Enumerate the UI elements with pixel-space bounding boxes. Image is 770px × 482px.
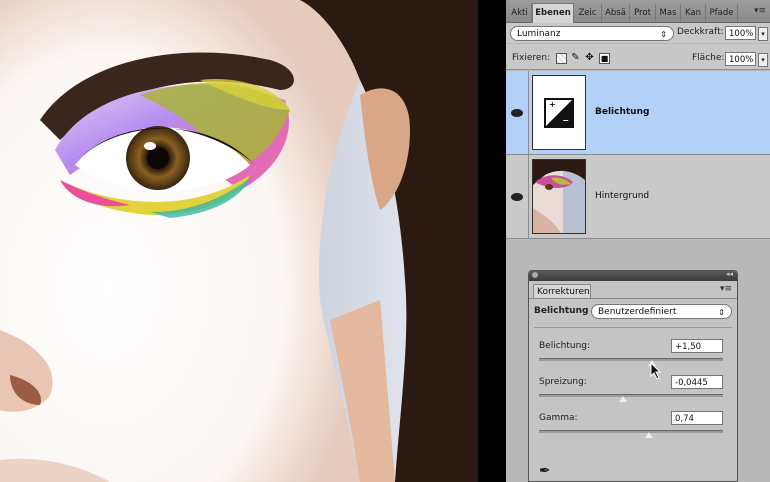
gamma-label: Gamma: bbox=[539, 413, 578, 423]
preset-select[interactable]: Benutzerdefiniert ⇕ bbox=[591, 304, 732, 319]
exposure-adjustment-icon: + − bbox=[544, 97, 574, 128]
face-photo bbox=[0, 0, 478, 482]
lock-transparency-icon[interactable] bbox=[556, 53, 567, 64]
exposure-label: Belichtung: bbox=[539, 341, 591, 351]
offset-slider-thumb[interactable] bbox=[619, 396, 627, 402]
offset-label: Spreizung: bbox=[539, 377, 587, 387]
opacity-dropdown-icon[interactable]: ▾ bbox=[758, 27, 768, 41]
adjustments-title-bar[interactable]: ◂◂ bbox=[529, 270, 737, 281]
close-icon[interactable] bbox=[532, 272, 538, 278]
offset-slider[interactable] bbox=[539, 394, 723, 397]
lock-row: Fixieren: ✎ ✥ ■ Fläche: 100% ▾ bbox=[506, 44, 770, 70]
lock-paint-brush-icon[interactable]: ✎ bbox=[570, 53, 581, 64]
visibility-toggle[interactable] bbox=[506, 71, 529, 154]
fill-input[interactable]: 100% bbox=[725, 52, 756, 66]
preset-value: Benutzerdefiniert bbox=[598, 307, 677, 317]
tab-history[interactable]: Prot bbox=[630, 4, 656, 22]
gamma-input[interactable]: 0,74 bbox=[671, 411, 723, 425]
collapse-icon[interactable]: ◂◂ bbox=[726, 270, 733, 278]
lock-label: Fixieren: bbox=[512, 53, 551, 63]
tab-characters[interactable]: Zeic bbox=[574, 4, 602, 22]
gamma-slider-thumb[interactable] bbox=[645, 432, 653, 438]
tab-corrections[interactable]: Korrekturen bbox=[533, 284, 591, 299]
offset-input[interactable]: -0,0445 bbox=[671, 375, 723, 389]
eye-icon bbox=[511, 192, 523, 201]
panel-menu-icon[interactable]: ▾≡ bbox=[754, 6, 766, 16]
panel-menu-icon[interactable]: ▾≡ bbox=[720, 284, 732, 294]
tab-masks[interactable]: Mas bbox=[656, 4, 681, 22]
canvas-gap bbox=[478, 0, 506, 482]
lock-all-icon[interactable]: ■ bbox=[599, 53, 610, 64]
mouse-cursor-icon bbox=[650, 362, 662, 380]
layer-thumbnail: + − bbox=[532, 75, 586, 150]
layer-row-hintergrund[interactable]: Hintergrund bbox=[506, 155, 770, 239]
visibility-toggle[interactable] bbox=[506, 155, 529, 238]
layer-thumbnail bbox=[532, 159, 586, 234]
blend-row: Luminanz ⇕ Deckkraft: 100% ▾ bbox=[506, 23, 770, 43]
adjustment-type-label: Belichtung bbox=[534, 306, 589, 316]
eye-icon bbox=[511, 108, 523, 117]
face-thumbnail-image bbox=[533, 160, 585, 233]
tab-divider bbox=[529, 298, 737, 299]
panel-tab-bar: Akti Ebenen Zeic Absä Prot Mas Kan Pfade… bbox=[506, 0, 770, 23]
layer-row-belichtung[interactable]: + − Belichtung bbox=[506, 71, 770, 155]
section-divider bbox=[534, 327, 732, 328]
select-arrows-icon: ⇕ bbox=[718, 308, 725, 317]
opacity-input[interactable]: 100% bbox=[725, 26, 756, 40]
exposure-slider[interactable] bbox=[539, 358, 723, 361]
gamma-slider[interactable] bbox=[539, 430, 723, 433]
select-arrows-icon: ⇕ bbox=[660, 30, 667, 39]
layer-name: Hintergrund bbox=[595, 191, 650, 201]
blend-mode-value: Luminanz bbox=[517, 29, 561, 39]
exposure-input[interactable]: +1,50 bbox=[671, 339, 723, 353]
adjustments-panel: ◂◂ Korrekturen ▾≡ Belichtung Benutzerdef… bbox=[528, 270, 738, 482]
tab-paragraph[interactable]: Absä bbox=[602, 4, 630, 22]
eyedropper-icon[interactable]: ✒ bbox=[539, 464, 551, 478]
tab-actions[interactable]: Akti bbox=[508, 4, 532, 22]
tab-layers[interactable]: Ebenen bbox=[532, 3, 574, 23]
opacity-label: Deckkraft: bbox=[677, 27, 724, 37]
lock-move-icon[interactable]: ✥ bbox=[584, 53, 595, 64]
tab-channels[interactable]: Kan bbox=[681, 4, 706, 22]
layer-name: Belichtung bbox=[595, 107, 650, 117]
blend-mode-select[interactable]: Luminanz ⇕ bbox=[510, 26, 674, 41]
fill-label: Fläche: bbox=[692, 53, 725, 63]
fill-dropdown-icon[interactable]: ▾ bbox=[758, 53, 768, 67]
tab-paths[interactable]: Pfade bbox=[706, 4, 738, 22]
canvas-image[interactable] bbox=[0, 0, 478, 482]
